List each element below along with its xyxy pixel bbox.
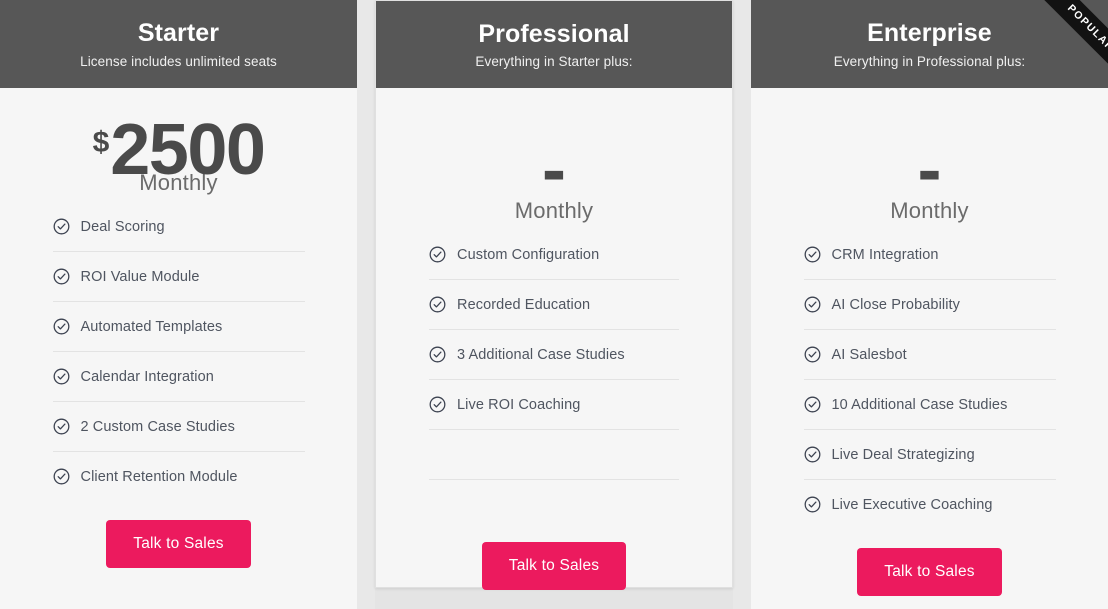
price-amount: - bbox=[542, 130, 566, 210]
feature-label: Live Deal Strategizing bbox=[831, 446, 975, 463]
pricing-card-professional: Professional Everything in Starter plus:… bbox=[375, 0, 733, 590]
talk-to-sales-button[interactable]: Talk to Sales bbox=[481, 542, 627, 590]
feature-item: Client Retention Module bbox=[53, 452, 305, 502]
feature-label: Automated Templates bbox=[80, 318, 223, 335]
feature-list: CRM Integration AI Close Probability AI … bbox=[803, 230, 1056, 530]
popular-ribbon: POPULAR bbox=[996, 0, 1108, 88]
plan-subtitle: Everything in Professional plus: bbox=[833, 53, 1026, 69]
plan-subtitle: Everything in Starter plus: bbox=[475, 54, 633, 70]
feature-item-empty bbox=[429, 430, 679, 480]
check-circle-icon bbox=[53, 468, 70, 485]
check-circle-icon bbox=[804, 246, 821, 263]
check-circle-icon bbox=[429, 346, 446, 363]
feature-item: Live Executive Coaching bbox=[804, 480, 1056, 530]
feature-label: Live ROI Coaching bbox=[457, 396, 581, 413]
plan-name: Enterprise bbox=[867, 19, 992, 48]
plan-header-professional: Professional Everything in Starter plus: bbox=[376, 1, 732, 88]
feature-label: Recorded Education bbox=[457, 296, 591, 313]
price-block: - Monthly bbox=[751, 88, 1108, 230]
feature-label: Deal Scoring bbox=[80, 218, 165, 235]
feature-item: Custom Configuration bbox=[429, 230, 679, 280]
check-circle-icon bbox=[804, 346, 821, 363]
feature-label: 10 Additional Case Studies bbox=[831, 396, 1008, 413]
feature-label: Calendar Integration bbox=[80, 368, 214, 385]
feature-item-empty bbox=[429, 480, 679, 530]
popular-ribbon-label: POPULAR bbox=[1019, 0, 1108, 88]
talk-to-sales-button[interactable]: Talk to Sales bbox=[857, 548, 1002, 596]
check-circle-icon bbox=[53, 318, 70, 335]
cta-container: Talk to Sales bbox=[0, 502, 357, 569]
pricing-card-enterprise: Enterprise Everything in Professional pl… bbox=[751, 0, 1108, 609]
feature-item: Live Deal Strategizing bbox=[803, 430, 1056, 480]
check-circle-icon bbox=[804, 296, 821, 313]
price-row: $ 2500 bbox=[92, 110, 266, 190]
feature-item: ROI Value Module bbox=[52, 252, 305, 303]
check-circle-icon bbox=[53, 418, 70, 435]
feature-item: CRM Integration bbox=[803, 230, 1056, 280]
feature-label: AI Salesbot bbox=[831, 346, 907, 363]
check-circle-icon bbox=[429, 246, 446, 263]
feature-label: AI Close Probability bbox=[831, 296, 961, 313]
feature-item: Calendar Integration bbox=[52, 352, 305, 403]
price-block: - Monthly bbox=[376, 88, 732, 230]
price-period: Monthly bbox=[890, 198, 969, 223]
feature-label: Custom Configuration bbox=[457, 246, 600, 263]
feature-item: 10 Additional Case Studies bbox=[803, 380, 1056, 430]
talk-to-sales-button[interactable]: Talk to Sales bbox=[106, 520, 251, 569]
pricing-card-starter: Starter License includes unlimited seats… bbox=[0, 0, 357, 609]
check-circle-icon bbox=[429, 296, 446, 313]
feature-item: AI Close Probability bbox=[803, 280, 1056, 330]
feature-label: CRM Integration bbox=[831, 246, 939, 263]
feature-item: 3 Additional Case Studies bbox=[429, 330, 679, 380]
plan-header-enterprise: Enterprise Everything in Professional pl… bbox=[751, 0, 1108, 88]
feature-label: 2 Custom Case Studies bbox=[80, 418, 235, 435]
cta-container: Talk to Sales bbox=[751, 530, 1108, 596]
feature-item: Live ROI Coaching bbox=[429, 380, 679, 430]
pricing-table: Starter License includes unlimited seats… bbox=[0, 0, 1108, 609]
check-circle-icon bbox=[429, 396, 446, 413]
price-amount: 2500 bbox=[110, 110, 266, 190]
check-circle-icon bbox=[53, 218, 70, 235]
feature-label: ROI Value Module bbox=[80, 268, 200, 285]
column-spacer bbox=[733, 0, 751, 609]
check-circle-icon bbox=[804, 496, 821, 513]
column-spacer bbox=[357, 0, 375, 609]
check-circle-icon bbox=[804, 396, 821, 413]
plan-name: Starter bbox=[137, 19, 220, 48]
feature-item: 2 Custom Case Studies bbox=[52, 402, 305, 453]
check-circle-icon bbox=[53, 368, 70, 385]
feature-list: Custom Configuration Recorded Education … bbox=[429, 230, 679, 530]
check-circle-icon bbox=[804, 446, 821, 463]
price-period: Monthly bbox=[514, 198, 594, 223]
feature-item: Deal Scoring bbox=[52, 202, 305, 253]
feature-list: Deal Scoring ROI Value Module Automated … bbox=[52, 202, 305, 502]
feature-item: Automated Templates bbox=[52, 302, 305, 353]
plan-header-starter: Starter License includes unlimited seats bbox=[0, 0, 357, 88]
feature-item: AI Salesbot bbox=[803, 330, 1056, 380]
cta-container: Talk to Sales bbox=[376, 530, 732, 590]
feature-item: Recorded Education bbox=[429, 280, 679, 330]
plan-subtitle: License includes unlimited seats bbox=[80, 53, 277, 69]
price-currency: $ bbox=[92, 126, 110, 159]
plan-name: Professional bbox=[478, 19, 630, 48]
check-circle-icon bbox=[53, 268, 70, 285]
price-block: $ 2500 Monthly bbox=[0, 88, 357, 202]
feature-label: Client Retention Module bbox=[80, 468, 238, 485]
feature-label: 3 Additional Case Studies bbox=[457, 346, 625, 363]
feature-label: Live Executive Coaching bbox=[831, 496, 993, 513]
price-amount: - bbox=[917, 130, 942, 210]
